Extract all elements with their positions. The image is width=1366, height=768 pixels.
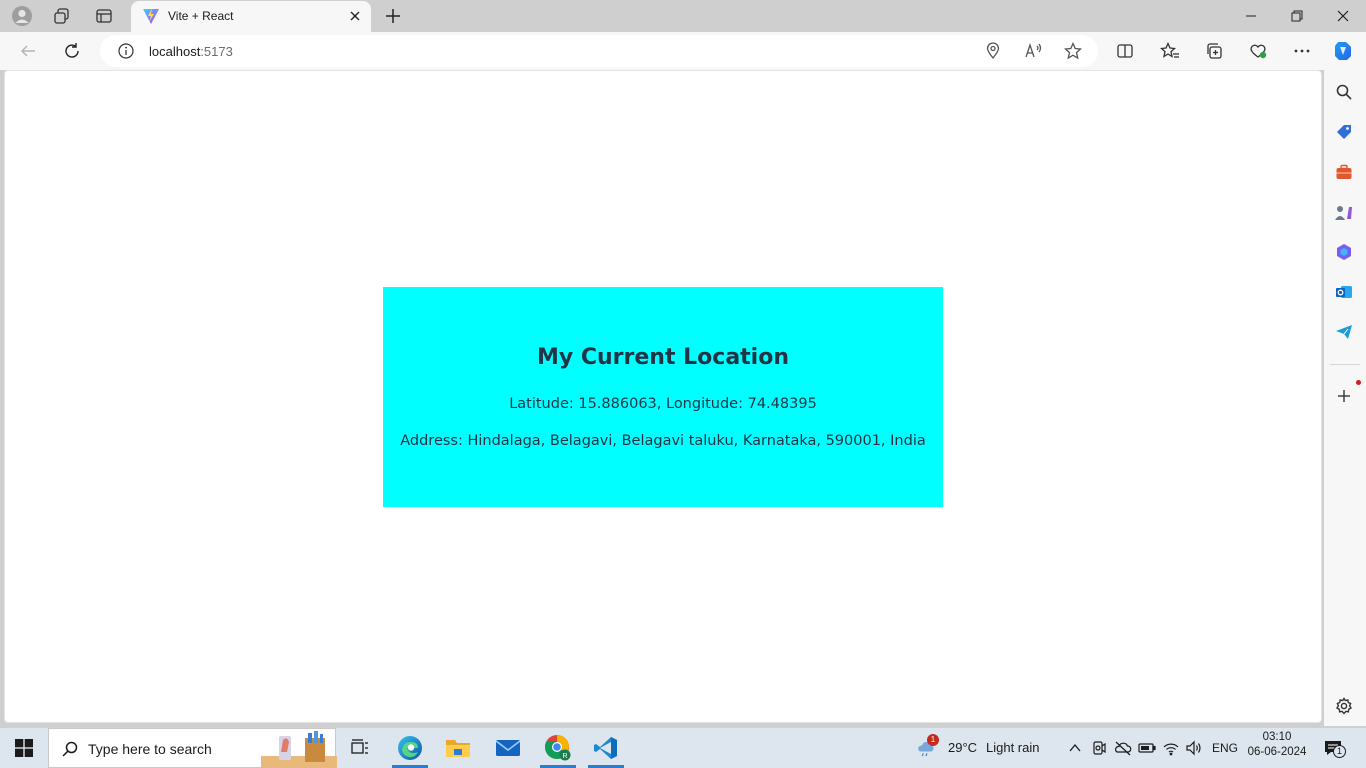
task-view-icon[interactable] xyxy=(336,728,384,768)
favorites-icon[interactable] xyxy=(1158,39,1182,63)
clock-time: 03:10 xyxy=(1262,731,1292,743)
read-aloud-icon[interactable] xyxy=(1024,42,1044,60)
vite-logo-icon xyxy=(143,8,159,24)
active-tab[interactable]: Vite + React xyxy=(131,1,371,32)
address-bar[interactable]: localhost:5173 xyxy=(100,35,1098,67)
collections-icon[interactable] xyxy=(1202,39,1226,63)
edge-sidebar xyxy=(1324,70,1366,726)
microsoft-365-icon[interactable] xyxy=(1334,242,1354,262)
language-indicator[interactable]: ENG xyxy=(1212,741,1238,755)
chrome-icon[interactable]: R xyxy=(534,728,582,768)
minimize-icon[interactable] xyxy=(1228,0,1274,32)
onedrive-offline-icon[interactable] xyxy=(1113,738,1133,758)
page-viewport: My Current Location Latitude: 15.886063,… xyxy=(4,70,1322,723)
copilot-icon[interactable] xyxy=(1331,39,1355,63)
mail-icon[interactable] xyxy=(484,728,532,768)
clock-date: 06-06-2024 xyxy=(1247,746,1307,758)
browser-toolbar: localhost:5173 xyxy=(0,32,1366,70)
wifi-icon[interactable] xyxy=(1161,738,1181,758)
close-window-icon[interactable] xyxy=(1320,0,1366,32)
sidebar-divider xyxy=(1330,364,1360,365)
search-icon xyxy=(62,741,78,757)
telegram-send-icon[interactable] xyxy=(1334,322,1354,342)
sidebar-settings-icon[interactable] xyxy=(1334,696,1354,716)
clock[interactable]: 03:10 06-06-2024 xyxy=(1246,731,1308,765)
back-icon[interactable] xyxy=(16,39,40,63)
meet-now-icon[interactable] xyxy=(1089,738,1109,758)
volume-icon[interactable] xyxy=(1184,738,1204,758)
profile-icon[interactable] xyxy=(8,4,36,28)
refresh-icon[interactable] xyxy=(60,39,84,63)
site-info-icon[interactable] xyxy=(118,43,134,59)
svg-text:R: R xyxy=(562,753,567,760)
tab-close-icon[interactable] xyxy=(347,8,363,24)
file-explorer-icon[interactable] xyxy=(434,728,482,768)
windows-taskbar: Type here to search R 1 29°C Light rain … xyxy=(0,728,1366,768)
weather-alert-badge: 1 xyxy=(927,734,939,746)
weather-temperature[interactable]: 29°C xyxy=(948,740,977,755)
shopping-tag-icon[interactable] xyxy=(1334,122,1354,142)
edge-taskbar-icon[interactable] xyxy=(386,728,434,768)
notification-count-badge: 1 xyxy=(1333,745,1346,758)
battery-icon[interactable] xyxy=(1137,738,1157,758)
search-icon[interactable] xyxy=(1334,82,1354,102)
location-access-icon[interactable] xyxy=(984,42,1002,60)
search-highlight-illustration-icon xyxy=(261,731,337,768)
windows-start-icon[interactable] xyxy=(0,728,48,768)
coordinates-text: Latitude: 15.886063, Longitude: 74.48395 xyxy=(509,396,817,412)
show-hidden-icons-chevron-icon[interactable] xyxy=(1065,738,1085,758)
browser-tab-bar: Vite + React xyxy=(0,0,1366,32)
restore-icon[interactable] xyxy=(1274,0,1320,32)
location-card: My Current Location Latitude: 15.886063,… xyxy=(383,287,943,507)
favorite-star-icon[interactable] xyxy=(1064,42,1082,60)
tab-actions-icon[interactable] xyxy=(90,4,118,28)
page-title: My Current Location xyxy=(536,345,789,370)
split-screen-icon[interactable] xyxy=(1113,39,1137,63)
vscode-icon[interactable] xyxy=(582,728,630,768)
notification-dot xyxy=(1356,380,1361,385)
weather-description[interactable]: Light rain xyxy=(986,740,1039,755)
taskbar-search-box[interactable]: Type here to search xyxy=(48,728,337,768)
outlook-icon[interactable] xyxy=(1334,282,1354,302)
address-text: Address: Hindalaga, Belagavi, Belagavi t… xyxy=(400,433,926,449)
more-menu-icon[interactable] xyxy=(1290,39,1314,63)
games-icon[interactable] xyxy=(1334,202,1354,222)
new-tab-icon[interactable] xyxy=(382,5,404,27)
add-sidebar-app-icon[interactable] xyxy=(1334,380,1361,406)
browser-essentials-icon[interactable] xyxy=(1246,39,1270,63)
workspaces-icon[interactable] xyxy=(48,4,76,28)
url-text[interactable]: localhost:5173 xyxy=(149,44,233,59)
notification-center-icon[interactable]: 1 xyxy=(1323,738,1346,758)
search-placeholder: Type here to search xyxy=(88,741,212,757)
tools-briefcase-icon[interactable] xyxy=(1334,162,1354,182)
tab-title: Vite + React xyxy=(168,9,234,23)
weather-cloud-icon[interactable]: 1 xyxy=(916,734,939,757)
